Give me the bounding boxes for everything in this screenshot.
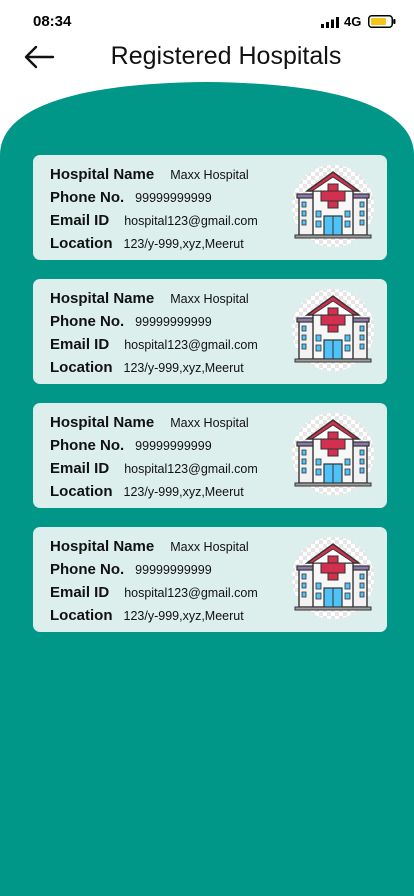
hospital-name-value: Maxx Hospital: [170, 540, 249, 554]
phone-row: Phone No. 99999999999: [50, 561, 212, 578]
hospital-name-label: Hospital Name: [50, 538, 155, 555]
hospital-card[interactable]: Hospital Name Maxx Hospital Phone No. 99…: [33, 527, 387, 632]
location-label: Location: [50, 235, 113, 252]
hospital-name-label: Hospital Name: [50, 414, 155, 431]
phone-value: 99999999999: [135, 315, 212, 329]
hospital-list: Hospital Name Maxx Hospital Phone No. 99…: [33, 155, 387, 651]
location-value: 123/y-999,xyz,Meerut: [123, 361, 244, 375]
hospital-card[interactable]: Hospital Name Maxx Hospital Phone No. 99…: [33, 279, 387, 384]
email-value: hospital123@gmail.com: [124, 462, 258, 476]
hospital-name-row: Hospital Name Maxx Hospital: [50, 290, 249, 307]
email-value: hospital123@gmail.com: [124, 214, 258, 228]
phone-row: Phone No. 99999999999: [50, 437, 212, 454]
status-bar: 08:34 4G: [0, 0, 414, 40]
hospital-name-value: Maxx Hospital: [170, 168, 249, 182]
phone-value: 99999999999: [135, 563, 212, 577]
hospital-card[interactable]: Hospital Name Maxx Hospital Phone No. 99…: [33, 155, 387, 260]
phone-label: Phone No.: [50, 561, 125, 578]
hospital-building-icon: [292, 165, 374, 247]
status-time: 08:34: [33, 13, 72, 30]
location-value: 123/y-999,xyz,Meerut: [123, 237, 244, 251]
email-row: Email ID hospital123@gmail.com: [50, 336, 258, 353]
email-value: hospital123@gmail.com: [124, 338, 258, 352]
email-label: Email ID: [50, 336, 110, 353]
phone-label: Phone No.: [50, 313, 125, 330]
hospital-name-row: Hospital Name Maxx Hospital: [50, 414, 249, 431]
hospital-building-icon: [292, 289, 374, 371]
email-label: Email ID: [50, 584, 110, 601]
location-label: Location: [50, 359, 113, 376]
phone-label: Phone No.: [50, 189, 125, 206]
hospital-name-value: Maxx Hospital: [170, 416, 249, 430]
location-row: Location 123/y-999,xyz,Meerut: [50, 483, 244, 500]
hospital-name-label: Hospital Name: [50, 290, 155, 307]
email-value: hospital123@gmail.com: [124, 586, 258, 600]
email-row: Email ID hospital123@gmail.com: [50, 212, 258, 229]
email-row: Email ID hospital123@gmail.com: [50, 460, 258, 477]
email-label: Email ID: [50, 212, 110, 229]
network-type: 4G: [344, 14, 362, 29]
phone-label: Phone No.: [50, 437, 125, 454]
email-label: Email ID: [50, 460, 110, 477]
location-label: Location: [50, 483, 113, 500]
phone-row: Phone No. 99999999999: [50, 189, 212, 206]
location-label: Location: [50, 607, 113, 624]
hospital-card[interactable]: Hospital Name Maxx Hospital Phone No. 99…: [33, 403, 387, 508]
location-row: Location 123/y-999,xyz,Meerut: [50, 235, 244, 252]
location-value: 123/y-999,xyz,Meerut: [123, 485, 244, 499]
hospital-name-label: Hospital Name: [50, 166, 155, 183]
location-row: Location 123/y-999,xyz,Meerut: [50, 607, 244, 624]
battery-icon: [368, 15, 396, 28]
email-row: Email ID hospital123@gmail.com: [50, 584, 258, 601]
page-title: Registered Hospitals: [110, 42, 342, 70]
location-row: Location 123/y-999,xyz,Meerut: [50, 359, 244, 376]
signal-icon: [321, 17, 339, 28]
hospital-name-value: Maxx Hospital: [170, 292, 249, 306]
hospital-name-row: Hospital Name Maxx Hospital: [50, 166, 249, 183]
hospital-building-icon: [292, 537, 374, 619]
location-value: 123/y-999,xyz,Meerut: [123, 609, 244, 623]
phone-value: 99999999999: [135, 439, 212, 453]
hospital-building-icon: [292, 413, 374, 495]
phone-value: 99999999999: [135, 191, 212, 205]
hospital-name-row: Hospital Name Maxx Hospital: [50, 538, 249, 555]
phone-row: Phone No. 99999999999: [50, 313, 212, 330]
